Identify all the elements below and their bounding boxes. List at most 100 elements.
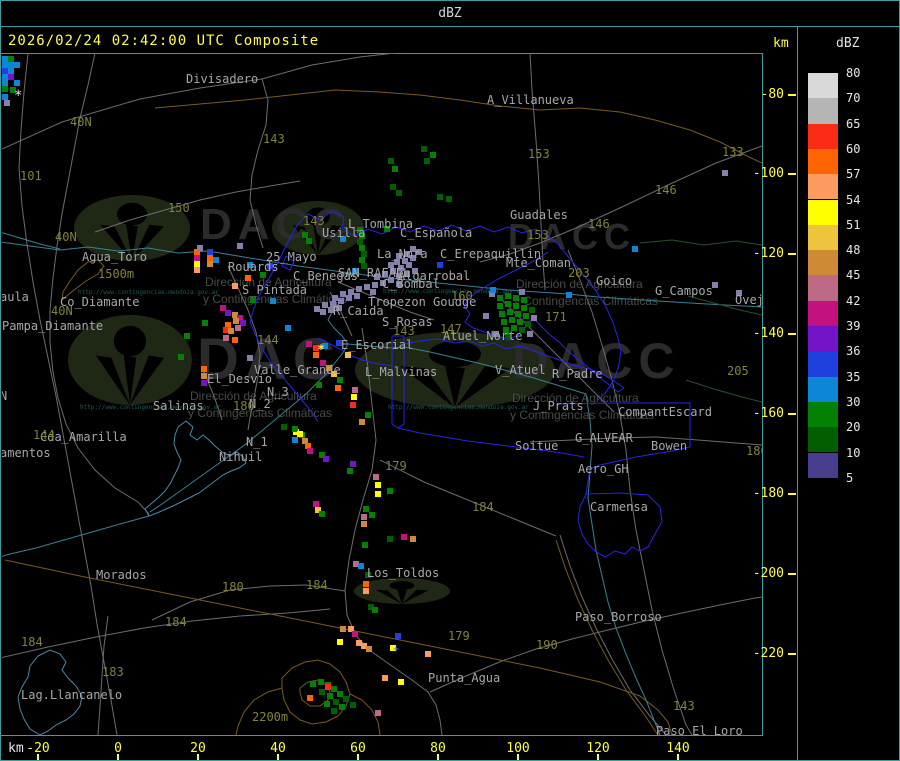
legend-value-label: 60 bbox=[846, 141, 861, 156]
place-label: G_Campos bbox=[655, 284, 713, 298]
place-label: Punta_Agua bbox=[428, 671, 501, 685]
legend-value-label: 10 bbox=[846, 445, 861, 460]
place-label: N bbox=[2, 389, 8, 403]
place-label: R_Padre bbox=[552, 367, 603, 381]
road-label: 40N bbox=[55, 230, 77, 244]
legend-separator bbox=[797, 27, 798, 761]
y-axis-tick bbox=[788, 94, 796, 96]
y-axis-tick bbox=[788, 493, 796, 495]
radar-map-canvas: DACC DACC DAC DACC Dirección de Agricultura y… bbox=[2, 53, 762, 735]
place-label: Divisadero bbox=[186, 72, 259, 86]
place-label: A_Villanueva bbox=[487, 93, 574, 107]
place-label: N_1 bbox=[246, 435, 268, 449]
legend-value-label: 48 bbox=[846, 243, 861, 258]
road-label: 184 bbox=[165, 615, 187, 629]
legend-value-label: 30 bbox=[846, 394, 861, 409]
road-label: 153 bbox=[527, 228, 549, 242]
road-label: 1500m bbox=[98, 267, 135, 281]
road-label: 180 bbox=[233, 399, 255, 413]
legend-value-label: 80 bbox=[846, 66, 861, 80]
place-label: Soitue bbox=[515, 439, 559, 453]
place-label: C_Benegas bbox=[293, 269, 359, 283]
place-label: R_Caida bbox=[333, 304, 384, 318]
place-label: E_Escorial bbox=[341, 338, 414, 352]
y-axis-tick bbox=[788, 653, 796, 655]
road-label: 144 bbox=[33, 428, 55, 442]
place-label: Lag.Llancanelo bbox=[21, 688, 123, 702]
y-axis-tick bbox=[788, 333, 796, 335]
road-label: 190 bbox=[536, 638, 558, 652]
place-label: C_Bombal bbox=[382, 277, 440, 291]
y-axis-tick bbox=[788, 413, 796, 415]
km-unit-top: km bbox=[773, 36, 789, 51]
place-label: G_ALVEAR bbox=[575, 431, 633, 445]
place-label: Pampa_Diamante bbox=[2, 319, 104, 333]
legend-value-label: 70 bbox=[846, 91, 861, 106]
legend-value-label: 20 bbox=[846, 420, 861, 435]
road-label: 150 bbox=[168, 201, 190, 215]
place-label: La_Nora bbox=[377, 247, 428, 261]
road-label: 40N bbox=[51, 304, 73, 318]
road-label: 183 bbox=[102, 665, 124, 679]
radar-app-window: dBZ 2026/02/24 02:42:00 UTC Composite km… bbox=[0, 0, 900, 761]
place-label: S_Pintada bbox=[242, 283, 308, 297]
place-label: aula bbox=[2, 290, 29, 304]
road-label: 143 bbox=[263, 132, 285, 146]
road-label: 160 bbox=[451, 289, 473, 303]
legend-value-label: 42 bbox=[846, 293, 861, 308]
page-title: dBZ bbox=[438, 6, 462, 21]
place-label: J_Prats bbox=[533, 399, 584, 413]
place-label: V_Atuel bbox=[495, 363, 546, 377]
x-axis-tick bbox=[37, 754, 39, 760]
place-label: Agua_Toro bbox=[82, 250, 148, 264]
x-axis-tick bbox=[597, 754, 599, 760]
place-label: Salinas bbox=[153, 399, 204, 413]
place-label: CompantEscard bbox=[618, 405, 712, 419]
legend-swatch bbox=[808, 250, 838, 276]
place-label: Paso_Borroso bbox=[575, 610, 662, 624]
x-axis-tick bbox=[437, 754, 439, 760]
y-axis-tick-label: -80 bbox=[760, 87, 784, 102]
road-label: 143 bbox=[673, 699, 695, 713]
road-label: 171 bbox=[545, 310, 567, 324]
x-axis-tick bbox=[357, 754, 359, 760]
place-label: Nihuil bbox=[219, 450, 263, 464]
place-label: Mte_Coman bbox=[506, 256, 572, 270]
legend-swatch bbox=[808, 224, 838, 251]
place-label: Morados bbox=[96, 568, 147, 582]
legend-value-label: 39 bbox=[846, 319, 861, 333]
place-label: Carmensa bbox=[590, 500, 648, 514]
timestamp-label: 2026/02/24 02:42:00 UTC Composite bbox=[8, 33, 320, 49]
road-label: 184 bbox=[306, 578, 328, 592]
map-labels-layer: Divisadero A_Villanueva Agua_Toro Co_Diaman… bbox=[2, 53, 762, 735]
road-label: 184 bbox=[472, 500, 494, 514]
legend-swatch bbox=[808, 174, 838, 200]
place-label: C_Española bbox=[400, 226, 473, 240]
legend-swatch bbox=[808, 73, 838, 99]
road-label: 153 bbox=[528, 147, 550, 161]
road-label: 184 bbox=[21, 635, 43, 649]
divider-top bbox=[0, 26, 900, 27]
legend-swatch bbox=[808, 148, 838, 175]
map-border-right bbox=[762, 53, 763, 736]
road-label: 40N bbox=[70, 115, 92, 129]
legend-value-label: 54 bbox=[846, 192, 861, 207]
road-label: 180 bbox=[746, 444, 762, 458]
x-axis-tick bbox=[677, 754, 679, 760]
road-label: 205 bbox=[727, 364, 749, 378]
y-axis-tick bbox=[788, 573, 796, 575]
legend-swatch bbox=[808, 199, 838, 225]
title-bar: dBZ bbox=[0, 0, 900, 26]
road-label: 133 bbox=[722, 145, 744, 159]
legend-swatch bbox=[808, 401, 838, 428]
place-label: Paso El Loro bbox=[656, 724, 743, 735]
road-label: 203 bbox=[568, 266, 590, 280]
road-label: 146 bbox=[588, 217, 610, 231]
road-label: 101 bbox=[20, 169, 42, 183]
x-axis-tick bbox=[277, 754, 279, 760]
road-label: 179 bbox=[448, 629, 470, 643]
place-label: Los_Toldos bbox=[367, 566, 440, 580]
place-label: Goico bbox=[596, 274, 633, 288]
legend-value-label: 57 bbox=[846, 167, 861, 182]
road-label: 2200m bbox=[252, 710, 289, 724]
